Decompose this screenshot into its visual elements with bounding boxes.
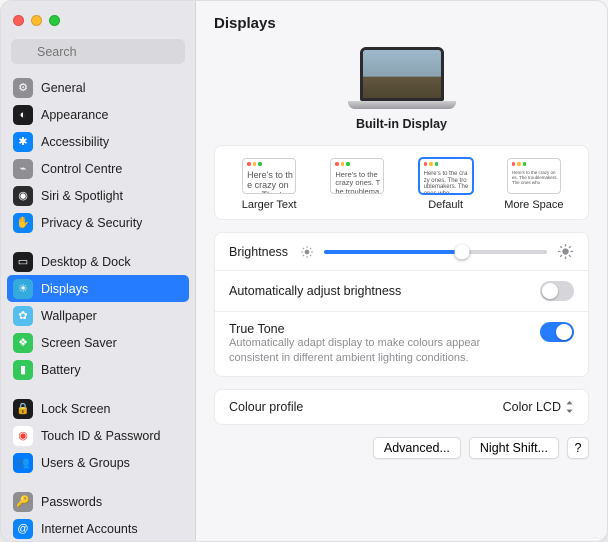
sidebar-item-label: Lock Screen [41, 402, 110, 416]
sidebar: ⚙︎ General ◐ Appearance ✱ Accessibility ⌁ Contr… [1, 1, 196, 541]
passwords-icon: 🔑 [13, 492, 33, 512]
zoom-icon[interactable] [49, 15, 60, 26]
sidebar-item-label: Users & Groups [41, 456, 130, 470]
scale-option-3[interactable]: Here's to the crazy ones. The troublemak… [499, 158, 569, 211]
battery-icon: ▮ [13, 360, 33, 380]
scale-caption: Default [428, 199, 463, 211]
sidebar-item-label: Displays [41, 282, 88, 296]
brightness-slider[interactable] [324, 250, 547, 254]
scale-caption: More Space [504, 199, 563, 211]
auto-brightness-label: Automatically adjust brightness [229, 284, 528, 298]
sidebar-item-privacy-security[interactable]: ✋ Privacy & Security [7, 209, 189, 236]
sidebar-item-label: Desktop & Dock [41, 255, 131, 269]
scale-thumb: Here's to the crazy ones. The troublemak… [242, 158, 296, 194]
sidebar-item-internet-accounts[interactable]: @ Internet Accounts [7, 515, 189, 541]
brightness-panel: Brightness Automatically adjust brightne… [214, 232, 589, 377]
colour-profile-label: Colour profile [229, 400, 491, 414]
sidebar-item-label: Wallpaper [41, 309, 97, 323]
control-centre-icon: ⌁ [13, 159, 33, 179]
scale-option-0[interactable]: Here's to the crazy ones. The troublemak… [234, 158, 304, 211]
titlebar [1, 1, 195, 39]
scale-option-2[interactable]: Here's to the crazy ones. The troublemak… [411, 158, 481, 211]
help-button[interactable]: ? [567, 437, 589, 459]
privacy-security-icon: ✋ [13, 213, 33, 233]
chevron-up-down-icon [565, 401, 574, 413]
auto-brightness-toggle[interactable] [540, 281, 574, 301]
sidebar-item-label: Internet Accounts [41, 522, 138, 536]
minimize-icon[interactable] [31, 15, 42, 26]
sidebar-item-label: Appearance [41, 108, 108, 122]
screen-saver-icon: ❖ [13, 333, 33, 353]
scaling-panel: Here's to the crazy ones. The troublemak… [214, 145, 589, 220]
sun-small-icon [300, 245, 314, 259]
brightness-label: Brightness [229, 245, 288, 259]
colour-profile-select[interactable]: Color LCD [503, 400, 574, 414]
sidebar-item-general[interactable]: ⚙︎ General [7, 74, 189, 101]
touch-id-icon: ◉ [13, 426, 33, 446]
sidebar-item-desktop-dock[interactable]: ▭ Desktop & Dock [7, 248, 189, 275]
general-icon: ⚙︎ [13, 78, 33, 98]
sidebar-item-displays[interactable]: ☀︎ Displays [7, 275, 189, 302]
search-input[interactable] [11, 39, 185, 64]
sun-large-icon [557, 243, 574, 260]
siri-spotlight-icon: ◉ [13, 186, 33, 206]
sidebar-item-wallpaper[interactable]: ✿ Wallpaper [7, 302, 189, 329]
scale-caption: Larger Text [242, 199, 297, 211]
desktop-dock-icon: ▭ [13, 252, 33, 272]
sidebar-item-label: Passwords [41, 495, 102, 509]
scaling-options: Here's to the crazy ones. The troublemak… [215, 146, 588, 219]
traffic-lights [13, 15, 60, 26]
night-shift-button[interactable]: Night Shift... [469, 437, 559, 459]
advanced-button[interactable]: Advanced... [373, 437, 461, 459]
users-groups-icon: 👥 [13, 453, 33, 473]
sidebar-item-label: Battery [41, 363, 81, 377]
sidebar-item-lock-screen[interactable]: 🔒 Lock Screen [7, 395, 189, 422]
sidebar-item-label: Control Centre [41, 162, 122, 176]
page-title: Displays [196, 1, 607, 45]
sidebar-item-battery[interactable]: ▮ Battery [7, 356, 189, 383]
scale-option-1[interactable]: Here's to the crazy ones. The troublemak… [322, 158, 392, 211]
sidebar-item-accessibility[interactable]: ✱ Accessibility [7, 128, 189, 155]
sidebar-item-label: Siri & Spotlight [41, 189, 123, 203]
scale-thumb: Here's to the crazy ones. The troublemak… [507, 158, 561, 194]
appearance-icon: ◐ [13, 105, 33, 125]
display-name: Built-in Display [356, 117, 447, 131]
scale-thumb: Here's to the crazy ones. The troublemak… [419, 158, 473, 194]
sidebar-item-appearance[interactable]: ◐ Appearance [7, 101, 189, 128]
footer-buttons: Advanced... Night Shift... ? [214, 437, 589, 461]
sidebar-item-label: General [41, 81, 85, 95]
sidebar-item-users-groups[interactable]: 👥 Users & Groups [7, 449, 189, 476]
sidebar-item-label: Screen Saver [41, 336, 117, 350]
scale-thumb: Here's to the crazy ones. The troublemak… [330, 158, 384, 194]
colour-profile-value: Color LCD [503, 400, 561, 414]
true-tone-label: True Tone [229, 322, 528, 336]
display-hero: Built-in Display [214, 45, 589, 145]
sidebar-item-touch-id[interactable]: ◉ Touch ID & Password [7, 422, 189, 449]
true-tone-desc: Automatically adapt display to make colo… [229, 336, 528, 366]
accessibility-icon: ✱ [13, 132, 33, 152]
sidebar-item-label: Accessibility [41, 135, 109, 149]
close-icon[interactable] [13, 15, 24, 26]
displays-icon: ☀︎ [13, 279, 33, 299]
sidebar-item-label: Privacy & Security [41, 216, 142, 230]
sidebar-item-label: Touch ID & Password [41, 429, 161, 443]
laptop-icon [348, 47, 456, 111]
sidebar-item-passwords[interactable]: 🔑 Passwords [7, 488, 189, 515]
profile-panel: Colour profile Color LCD [214, 389, 589, 425]
sidebar-item-siri-spotlight[interactable]: ◉ Siri & Spotlight [7, 182, 189, 209]
sidebar-nav[interactable]: ⚙︎ General ◐ Appearance ✱ Accessibility ⌁ Contr… [1, 72, 195, 541]
sidebar-item-control-centre[interactable]: ⌁ Control Centre [7, 155, 189, 182]
wallpaper-icon: ✿ [13, 306, 33, 326]
main-pane: Displays Built-in Display Here's to the … [196, 1, 607, 541]
true-tone-toggle[interactable] [540, 322, 574, 342]
system-settings-window: ⚙︎ General ◐ Appearance ✱ Accessibility ⌁ Contr… [0, 0, 608, 542]
lock-screen-icon: 🔒 [13, 399, 33, 419]
internet-accounts-icon: @ [13, 519, 33, 539]
sidebar-item-screen-saver[interactable]: ❖ Screen Saver [7, 329, 189, 356]
